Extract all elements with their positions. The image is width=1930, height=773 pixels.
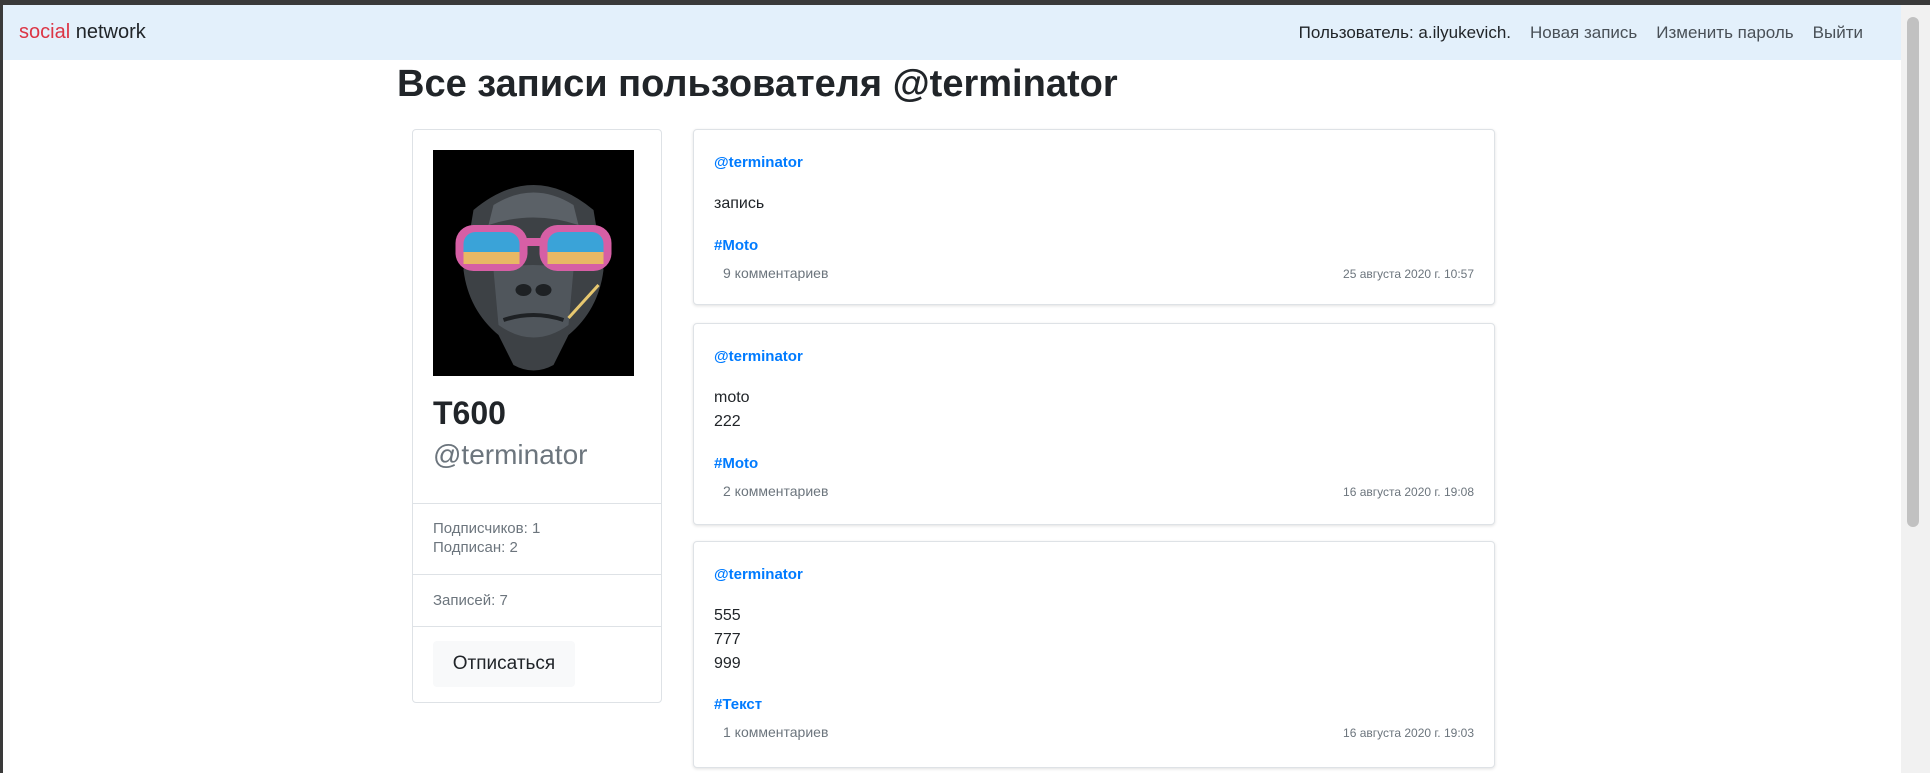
following-count: Подписан: 2 — [433, 539, 518, 556]
post-card: @terminator moto 222 #Moto 2 комментарие… — [693, 323, 1495, 525]
post-comments-link[interactable]: 1 комментариев — [723, 724, 828, 740]
post-tag-link[interactable]: #Moto — [714, 455, 758, 472]
post-author-link[interactable]: @terminator — [714, 348, 803, 365]
post-date: 16 августа 2020 г. 19:03 — [1343, 726, 1474, 740]
page-title: Все записи пользователя @terminator — [397, 63, 1118, 105]
current-user-label: Пользователь: a.ilyukevich. — [1298, 23, 1511, 42]
browser-viewport: social network Пользователь: a.ilyukevic… — [3, 5, 1901, 773]
post-comments-link[interactable]: 9 комментариев — [723, 265, 828, 281]
post-text-line: 999 — [714, 655, 741, 672]
post-card: @terminator 555 777 999 #Текст 1 коммент… — [693, 541, 1495, 768]
post-text-line: moto — [714, 389, 750, 406]
post-text-line: 222 — [714, 413, 741, 430]
divider — [413, 574, 661, 575]
unsubscribe-button[interactable]: Отписаться — [433, 641, 575, 687]
brand-part-network: network — [75, 21, 146, 43]
post-author-link[interactable]: @terminator — [714, 566, 803, 583]
change-password-link[interactable]: Изменить пароль — [1656, 23, 1793, 43]
profile-card: T600 @terminator Подписчиков: 1 Подписан… — [412, 129, 662, 703]
new-post-link[interactable]: Новая запись — [1530, 23, 1637, 43]
followers-count: Подписчиков: 1 — [433, 520, 541, 537]
brand-part-social: social — [19, 21, 71, 43]
gorilla-avatar-icon — [433, 150, 634, 376]
post-tag-link[interactable]: #Moto — [714, 237, 758, 254]
post-tag-link[interactable]: #Текст — [714, 696, 762, 713]
gorilla-avatar-svg — [433, 150, 634, 376]
post-author-link[interactable]: @terminator — [714, 154, 803, 171]
post-text-line: 777 — [714, 631, 741, 648]
post-body: запись — [714, 192, 764, 216]
post-date: 16 августа 2020 г. 19:08 — [1343, 485, 1474, 499]
top-navbar: social network Пользователь: a.ilyukevic… — [3, 5, 1901, 60]
post-comments-link[interactable]: 2 комментариев — [723, 483, 828, 499]
post-text-line: запись — [714, 195, 765, 212]
post-card: @terminator запись #Moto 9 комментариев … — [693, 129, 1495, 305]
post-body: 555 777 999 — [714, 604, 741, 676]
scrollbar-thumb[interactable] — [1907, 17, 1919, 527]
brand-logo[interactable]: social network — [19, 21, 146, 44]
profile-name: T600 — [433, 395, 506, 431]
post-text-line: 555 — [714, 607, 741, 624]
divider — [413, 503, 661, 504]
post-date: 25 августа 2020 г. 10:57 — [1343, 267, 1474, 281]
post-body: moto 222 — [714, 386, 750, 434]
nav-menu: Пользователь: a.ilyukevich. Новая запись… — [1299, 23, 1863, 43]
vertical-scrollbar[interactable] — [1901, 5, 1930, 773]
divider — [413, 626, 661, 627]
logout-link[interactable]: Выйти — [1813, 23, 1863, 43]
posts-count: Записей: 7 — [433, 592, 508, 609]
profile-handle: @terminator — [433, 439, 588, 470]
